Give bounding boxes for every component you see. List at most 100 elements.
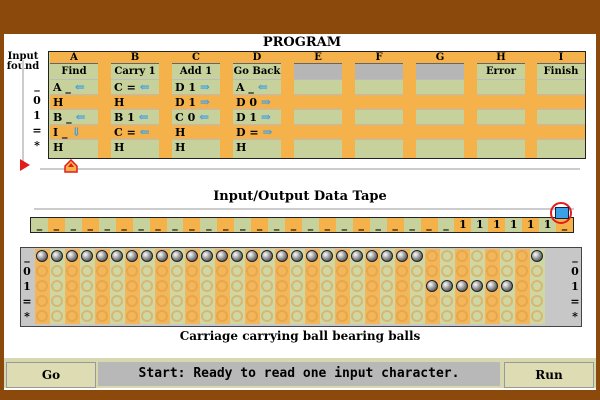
carriage-ball-grid	[35, 249, 547, 325]
tape-cell[interactable]: _	[403, 218, 421, 232]
tape-cell[interactable]: 1	[471, 218, 489, 232]
program-cell[interactable]	[294, 79, 342, 94]
tape-cell[interactable]: 1	[454, 218, 472, 232]
tape-cell[interactable]: _	[217, 218, 235, 232]
program-cell[interactable]: C = ⇐	[111, 124, 159, 139]
program-cell[interactable]: H	[50, 139, 98, 154]
program-cell[interactable]: A _ ⇐	[50, 79, 98, 94]
program-cell[interactable]	[537, 139, 585, 154]
tape-cell[interactable]: _	[285, 218, 302, 232]
state-name[interactable]: Find	[50, 63, 98, 79]
tape-cell[interactable]: _	[302, 218, 319, 232]
tape-cell[interactable]: _	[335, 218, 353, 232]
data-tape[interactable]: _ _ _ _ _ _ _ _ _ _ _ _ _ _ _ _ _ _ _ _ _ _ _ _ _ 1 1 1 1 1 1 _	[30, 217, 574, 233]
input-slider-knob[interactable]	[20, 159, 30, 171]
run-button[interactable]: Run	[504, 362, 594, 388]
program-cell[interactable]: H	[233, 139, 281, 154]
program-cell[interactable]: H	[50, 94, 98, 109]
program-cell[interactable]: B _ ⇐	[50, 109, 98, 124]
program-cell[interactable]	[416, 124, 464, 139]
tape-cell[interactable]: _	[31, 218, 48, 232]
go-button[interactable]: Go	[6, 362, 96, 388]
program-cell[interactable]	[294, 109, 342, 124]
program-cell[interactable]	[477, 139, 525, 154]
state-name[interactable]	[355, 63, 403, 79]
program-cell[interactable]: C = ⇐	[111, 79, 159, 94]
column-gap	[525, 52, 537, 158]
tape-cell[interactable]: _	[47, 218, 65, 232]
program-cell[interactable]	[294, 139, 342, 154]
program-cell[interactable]	[355, 139, 403, 154]
state-name[interactable]: Finish	[537, 63, 585, 79]
program-cell[interactable]	[355, 124, 403, 139]
tape-cell[interactable]: _	[369, 218, 387, 232]
tape-cell[interactable]: 1	[505, 218, 523, 232]
state-pointer-icon[interactable]	[64, 159, 78, 173]
program-cell[interactable]	[477, 79, 525, 94]
tape-cell[interactable]: _	[98, 218, 116, 232]
program-cell[interactable]	[416, 139, 464, 154]
carriage-slot	[230, 249, 245, 264]
carriage-slot	[440, 309, 455, 324]
program-cell[interactable]	[477, 109, 525, 124]
state-name[interactable]: Error	[477, 63, 525, 79]
program-cell[interactable]	[537, 79, 585, 94]
program-cell[interactable]	[294, 124, 342, 139]
tape-cell[interactable]: _	[81, 218, 99, 232]
program-cell[interactable]	[416, 79, 464, 94]
tape-cell[interactable]: _	[183, 218, 201, 232]
tape-cell[interactable]: _	[437, 218, 455, 232]
tape-cell[interactable]: _	[166, 218, 184, 232]
program-cell[interactable]: I _ ⇓	[50, 124, 98, 139]
tape-cell[interactable]: _	[149, 218, 167, 232]
state-name[interactable]	[294, 63, 342, 79]
tape-cell[interactable]: _	[352, 218, 370, 232]
program-cell[interactable]	[537, 109, 585, 124]
program-cell[interactable]	[477, 94, 525, 109]
tape-cell[interactable]: _	[64, 218, 82, 232]
tape-cell[interactable]: _	[200, 218, 218, 232]
program-cell[interactable]	[537, 124, 585, 139]
program-cell[interactable]: C 0 ⇐	[172, 109, 220, 124]
carriage-slot	[425, 309, 440, 324]
program-cell[interactable]: H	[172, 124, 220, 139]
state-name[interactable]: Go Back	[233, 63, 281, 79]
program-cell[interactable]	[355, 79, 403, 94]
state-name[interactable]: Carry 1	[111, 63, 159, 79]
program-cell[interactable]: D 1 ⇒	[172, 94, 220, 109]
program-cell[interactable]	[477, 124, 525, 139]
tape-cell[interactable]: _	[251, 218, 269, 232]
program-cell[interactable]: H	[111, 94, 159, 109]
program-cell[interactable]: D 1 ⇒	[172, 79, 220, 94]
tape-cell[interactable]: _	[386, 218, 404, 232]
empty-ball-slot	[156, 265, 168, 277]
program-cell[interactable]: D = ⇒	[233, 124, 281, 139]
program-cell[interactable]	[355, 94, 403, 109]
program-cell[interactable]	[416, 94, 464, 109]
tape-cell[interactable]: 1	[488, 218, 506, 232]
carriage-slot	[290, 279, 305, 294]
tape-cell[interactable]: _	[420, 218, 438, 232]
state-letter: I	[537, 52, 585, 63]
tape-cell[interactable]: _	[234, 218, 252, 232]
tape-cell[interactable]: _	[268, 218, 286, 232]
program-cell[interactable]: B 1 ⇐	[111, 109, 159, 124]
input-symbol: 1	[33, 109, 41, 122]
program-cell[interactable]: D 1 ⇒	[233, 109, 281, 124]
tape-cell[interactable]: 1	[522, 218, 540, 232]
carriage-slot	[305, 309, 320, 324]
program-cell[interactable]	[355, 109, 403, 124]
program-cell[interactable]: A _ ⇐	[233, 79, 281, 94]
tape-cell[interactable]: _	[318, 218, 336, 232]
program-cell[interactable]: H	[111, 139, 159, 154]
program-cell[interactable]: H	[172, 139, 220, 154]
state-name[interactable]: Add 1	[172, 63, 220, 79]
program-cell[interactable]	[537, 94, 585, 109]
program-cell[interactable]	[294, 94, 342, 109]
state-name[interactable]	[416, 63, 464, 79]
program-cell[interactable]	[416, 109, 464, 124]
program-cell[interactable]: D 0 ⇒	[233, 94, 281, 109]
tape-cell[interactable]: _	[132, 218, 150, 232]
tape-cell[interactable]: _	[115, 218, 133, 232]
carriage-slot	[470, 279, 485, 294]
